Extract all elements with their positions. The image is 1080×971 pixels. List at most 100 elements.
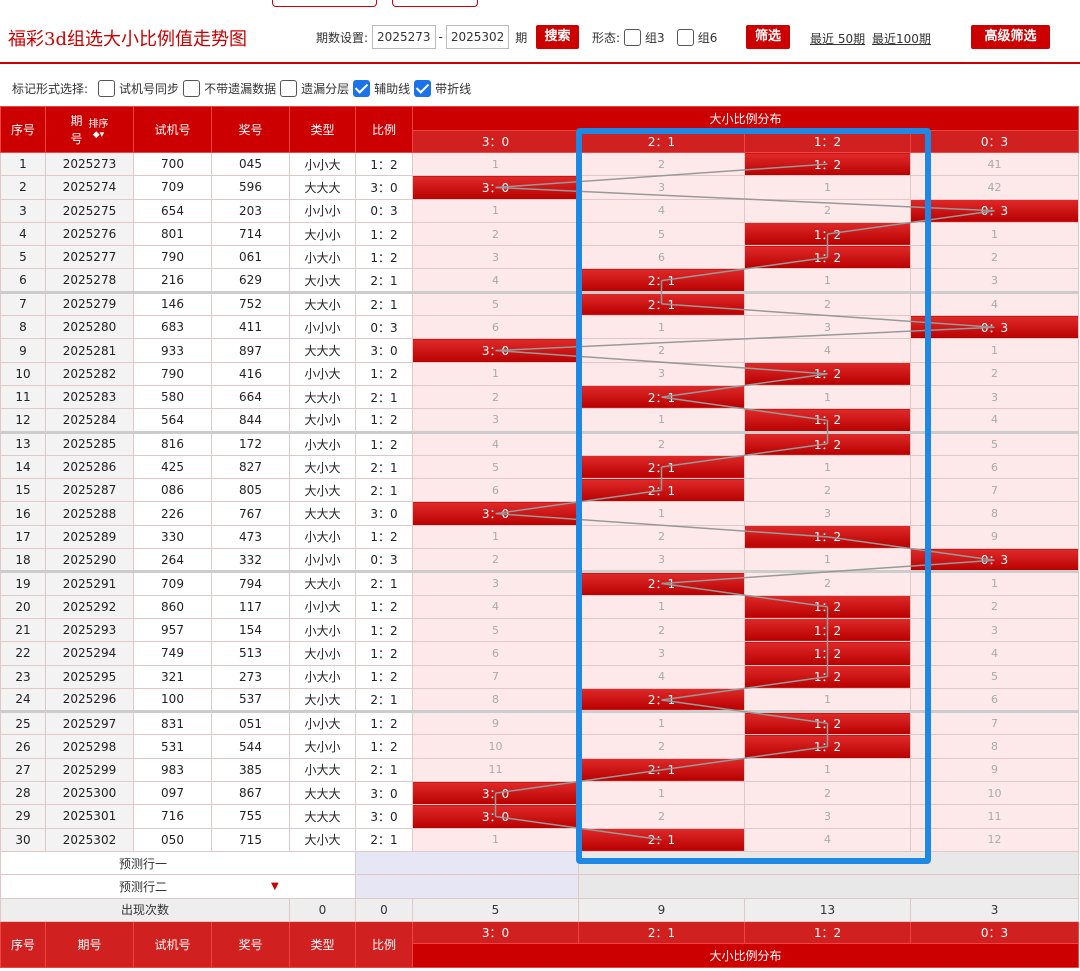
row-seq: 21 [0,617,46,643]
miss-value: 5 [909,430,1080,456]
end-period-input[interactable]: 2025302 [445,25,510,49]
mark-option-4[interactable]: 带折线 [414,79,471,97]
row-period: 2025300 [45,781,134,806]
row-type: 大大大 [289,804,356,829]
group6-checkbox[interactable] [676,28,694,46]
mark-option-checkbox[interactable] [414,79,432,97]
row-draw: 715 [211,827,290,852]
row-seq: 14 [0,454,46,480]
count-12: 13 [744,897,911,922]
row-ratio: 1：2 [355,641,413,666]
row-ratio: 1：2 [355,408,413,433]
row-ratio: 2：1 [355,687,413,713]
row-ratio: 2：1 [355,478,413,503]
row-seq: 27 [0,757,46,783]
header-seq: 序号 [0,106,46,153]
row-period: 2025275 [45,198,134,223]
miss-value: 4 [909,290,1080,317]
mark-option-checkbox[interactable] [183,79,201,97]
mark-option-3[interactable]: 辅助线 [353,79,410,97]
miss-value: 3 [909,384,1080,410]
row-draw: 596 [211,175,290,200]
row-seq: 18 [0,548,46,573]
filter-button[interactable]: 筛选 [746,25,790,49]
row-draw: 755 [211,804,290,829]
row-period: 2025280 [45,315,134,340]
mark-option-2[interactable]: 遗漏分层 [280,79,350,97]
miss-value: 12 [909,827,1080,852]
row-period: 2025284 [45,408,134,433]
row-draw: 273 [211,664,290,689]
group3-checkbox[interactable] [624,28,642,46]
recent-100-link[interactable]: 最近100期 [872,30,931,47]
mark-option-checkbox[interactable] [353,79,371,97]
miss-value: 2 [412,221,579,247]
sort-arrow-icon[interactable]: ◆▾ [89,130,109,140]
row-seq: 22 [0,641,46,666]
row-type: 小小小 [289,315,356,340]
miss-value: 10 [412,734,579,759]
row-trial: 801 [133,221,212,247]
miss-value: 2 [909,361,1080,386]
row-draw: 544 [211,734,290,759]
row-ratio: 1：2 [355,734,413,759]
row-trial: 933 [133,338,212,363]
miss-value: 6 [412,478,579,503]
row-ratio: 3：0 [355,338,413,363]
row-seq: 8 [0,315,46,340]
row-seq: 24 [0,687,46,713]
row-seq: 11 [0,384,46,410]
mark-option-1[interactable]: 不带遗漏数据 [183,79,276,97]
header-col-30: 3：0 [412,130,579,153]
sort-label[interactable]: 排序 [89,119,109,130]
row-type: 大小小 [289,641,356,666]
footer-seq: 序号 [0,920,46,968]
row-ratio: 3：0 [355,175,413,200]
row-ratio: 1：2 [355,221,413,247]
miss-value: 5 [412,454,579,480]
mark-option-label: 遗漏分层 [301,81,350,96]
miss-value: 9 [909,757,1080,783]
header-period[interactable]: 期号 排序 ◆▾ [45,106,134,153]
row-type: 大大大 [289,781,356,806]
row-period: 2025292 [45,594,134,619]
mark-option-checkbox[interactable] [98,79,116,97]
row-period: 2025286 [45,454,134,480]
down-arrow-icon[interactable]: ▼ [271,881,279,892]
recent-50-link[interactable]: 最近 50期 [810,30,865,47]
mark-option-0[interactable]: 试机号同步 [98,79,179,97]
row-ratio: 3：0 [355,781,413,806]
miss-value: 5 [412,290,579,317]
row-ratio: 2：1 [355,757,413,783]
row-ratio: 1：2 [355,245,413,270]
row-trial: 831 [133,710,212,736]
row-ratio: 3：0 [355,501,413,526]
row-trial: 564 [133,408,212,433]
row-draw: 045 [211,151,290,177]
start-period-input[interactable]: 2025273 [372,25,436,49]
header-period-a: 期 [70,113,83,128]
ratio-hit-bar: 0：3 [909,548,1080,573]
row-seq: 17 [0,524,46,550]
search-button[interactable]: 搜索 [536,25,579,49]
row-trial: 700 [133,151,212,177]
row-type: 大大小 [289,570,356,596]
header-trial: 试机号 [133,106,212,153]
advanced-filter-button[interactable]: 高级筛选 [971,25,1050,49]
mark-option-checkbox[interactable] [280,79,298,97]
row-type: 大小小 [289,734,356,759]
row-draw: 473 [211,524,290,550]
row-trial: 050 [133,827,212,852]
row-type: 大小大 [289,268,356,293]
mark-options-label: 标记形式选择: [12,81,89,96]
row-period: 2025293 [45,617,134,643]
count-21: 9 [578,897,745,922]
row-type: 小大小 [289,664,356,689]
ratio-hit-bar: 3：0 [412,175,579,200]
miss-value: 7 [909,478,1080,503]
header-ratio: 比例 [355,106,413,153]
row-trial: 100 [133,687,212,713]
miss-value: 10 [909,781,1080,806]
row-type: 小大小 [289,617,356,643]
row-type: 小大小 [289,524,356,550]
